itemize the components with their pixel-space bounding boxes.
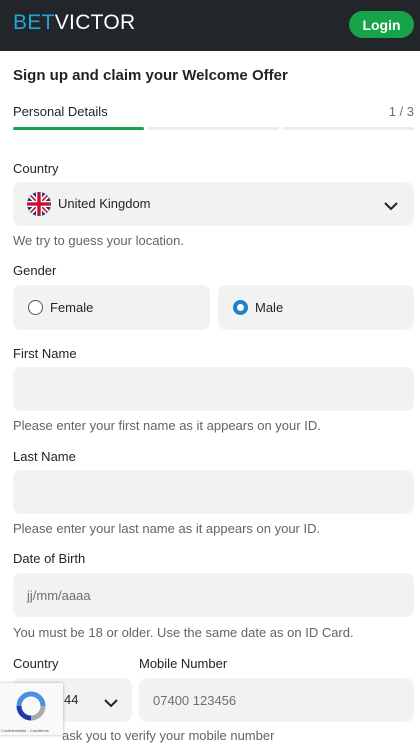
- mobile-number-input[interactable]: 07400 123456: [139, 678, 414, 722]
- dob-placeholder: jj/mm/aaaa: [27, 588, 91, 603]
- step-label: Personal Details: [13, 104, 108, 119]
- country-select[interactable]: United Kingdom: [13, 182, 414, 226]
- first-name-hint: Please enter your first name as it appea…: [13, 418, 321, 433]
- mobile-placeholder: 07400 123456: [153, 693, 237, 708]
- top-bar: BETVICTOR Login: [0, 0, 420, 51]
- gender-label: Gender: [13, 263, 57, 278]
- chevron-down-icon: [384, 198, 398, 216]
- country-code-value: 44: [64, 692, 79, 707]
- recaptcha-links[interactable]: Confidentialité - Conditions: [1, 728, 49, 733]
- female-label: Female: [50, 300, 94, 315]
- login-button[interactable]: Login: [349, 11, 414, 38]
- progress-step-1: [13, 127, 144, 130]
- recaptcha-badge[interactable]: Confidentialité - Conditions: [0, 683, 63, 735]
- logo-victor-text: VICTOR: [54, 11, 136, 34]
- uk-flag-icon: [27, 192, 51, 216]
- first-name-label: First Name: [13, 346, 77, 361]
- page-title: Sign up and claim your Welcome Offer: [13, 67, 288, 84]
- last-name-input[interactable]: [13, 470, 414, 514]
- last-name-label: Last Name: [13, 449, 76, 464]
- country-hint: We try to guess your location.: [13, 233, 185, 248]
- dob-label: Date of Birth: [13, 551, 86, 566]
- betvictor-logo[interactable]: BETVICTOR: [13, 12, 136, 34]
- mobile-number-label: Mobile Number: [139, 656, 228, 671]
- step-count: 1 / 3: [388, 104, 414, 119]
- country-label: Country: [13, 161, 59, 176]
- logo-bet-text: BET: [13, 11, 55, 34]
- chevron-down-icon: [104, 695, 118, 713]
- country-value: United Kingdom: [58, 196, 151, 211]
- male-radio[interactable]: [233, 300, 248, 315]
- dob-input[interactable]: jj/mm/aaaa: [13, 573, 414, 617]
- last-name-hint: Please enter your last name as it appear…: [13, 521, 321, 536]
- phone-country-label: Country: [13, 656, 59, 671]
- progress-step-3: [283, 127, 414, 130]
- male-label: Male: [255, 300, 284, 315]
- gender-option-male[interactable]: Male: [218, 285, 414, 330]
- gender-option-female[interactable]: Female: [13, 285, 210, 330]
- recaptcha-icon: [14, 691, 48, 726]
- dob-hint: You must be 18 or older. Use the same da…: [13, 625, 354, 640]
- phone-hint: ask you to verify your mobile number: [62, 728, 275, 743]
- progress-step-2: [148, 127, 279, 130]
- first-name-input[interactable]: [13, 367, 414, 411]
- female-radio[interactable]: [28, 300, 43, 315]
